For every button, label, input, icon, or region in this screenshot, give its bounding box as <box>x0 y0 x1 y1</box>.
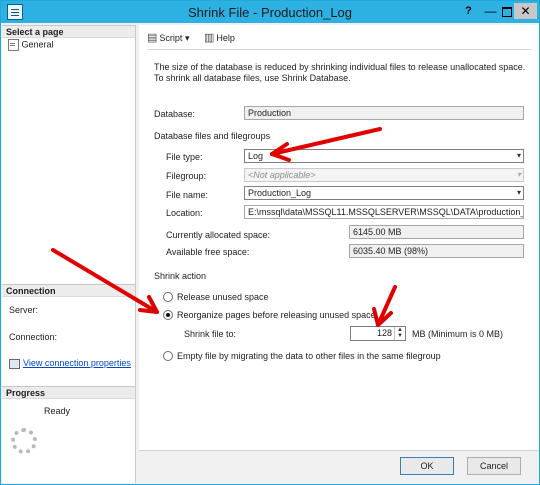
help-book-icon: ▥ <box>203 32 215 44</box>
shrink-to-note: MB (Minimum is 0 MB) <box>412 329 504 339</box>
script-label: Script <box>159 33 183 43</box>
ok-button[interactable]: OK <box>400 457 454 475</box>
progress-header: Progress <box>2 386 135 399</box>
shrink-action-title: Shrink action <box>154 271 207 281</box>
script-icon: ▤ <box>147 32 158 44</box>
chevron-down-icon: ▾ <box>516 170 521 179</box>
empty-file-radio[interactable] <box>163 351 173 361</box>
file-type-label: File type: <box>166 152 203 162</box>
shrink-to-stepper[interactable]: 128 ▲ ▼ <box>350 326 406 341</box>
file-type-select[interactable]: Log ▾ <box>244 149 524 163</box>
free-space-field: 6035.40 MB (98%) <box>349 244 524 258</box>
page-item-general[interactable]: General <box>8 39 54 51</box>
database-field: Production <box>244 106 524 120</box>
help-label: Help <box>216 33 235 43</box>
spinner-icon <box>11 428 37 454</box>
chevron-down-icon[interactable]: ▾ <box>185 33 190 43</box>
release-unused-radio[interactable] <box>163 292 173 302</box>
toolbar: ▤ Script ▾ ▥ Help <box>147 31 247 44</box>
reorganize-label[interactable]: Reorganize pages before releasing unused… <box>177 310 376 320</box>
view-connection-properties-link[interactable]: View connection properties <box>9 358 131 369</box>
stepper-arrows[interactable]: ▲ ▼ <box>394 327 405 340</box>
maximize-icon <box>501 7 512 17</box>
server-label: Server: <box>9 305 39 315</box>
allocated-field: 6145.00 MB <box>349 225 524 239</box>
cancel-button[interactable]: Cancel <box>467 457 521 475</box>
page-selector-pane: Select a page General Connection Server:… <box>2 25 136 483</box>
file-type-value: Log <box>248 151 264 161</box>
page-icon <box>8 39 19 51</box>
chevron-down-icon[interactable]: ▼ <box>395 333 405 339</box>
view-connection-link-text: View connection properties <box>23 358 131 368</box>
connection-icon <box>9 358 20 369</box>
files-section-title: Database files and filegroups <box>154 131 271 141</box>
description-text: The size of the database is reduced by s… <box>154 62 526 83</box>
connection-header: Connection <box>2 284 135 297</box>
chevron-down-icon: ▾ <box>516 188 521 197</box>
file-name-select[interactable]: Production_Log ▾ <box>244 186 524 200</box>
close-button[interactable]: ✕ <box>514 3 537 19</box>
location-label: Location: <box>166 208 203 218</box>
connection-label: Connection: <box>9 332 58 342</box>
shrink-to-label: Shrink file to: <box>184 329 237 339</box>
footer-divider <box>139 450 539 451</box>
filegroup-select: <Not applicable> ▾ <box>244 168 524 182</box>
chevron-down-icon: ▾ <box>516 151 521 160</box>
reorganize-radio[interactable] <box>163 310 173 320</box>
select-page-header: Select a page <box>2 25 135 38</box>
filegroup-label: Filegroup: <box>166 171 207 181</box>
database-label: Database: <box>154 109 196 119</box>
file-name-label: File name: <box>166 190 209 200</box>
filegroup-value: <Not applicable> <box>248 170 316 180</box>
shrink-to-value: 128 <box>376 328 392 338</box>
progress-status: Ready <box>44 406 71 416</box>
help-button[interactable]: ? <box>458 3 479 19</box>
file-name-value: Production_Log <box>248 188 312 198</box>
page-item-label: General <box>21 39 54 50</box>
allocated-label: Currently allocated space: <box>166 230 271 240</box>
help-toolbar-button[interactable]: ▥ Help <box>204 31 235 44</box>
empty-file-label[interactable]: Empty file by migrating the data to othe… <box>177 351 441 361</box>
toolbar-divider <box>147 49 531 50</box>
free-space-label: Available free space: <box>166 247 250 257</box>
location-field[interactable]: E:\mssql\data\MSSQL11.MSSQLSERVER\MSSQL\… <box>244 205 524 219</box>
shrink-file-dialog: Shrink File - Production_Log ? — ✕ Selec… <box>0 0 540 485</box>
title-bar[interactable]: Shrink File - Production_Log ? — ✕ <box>1 1 539 23</box>
release-unused-label[interactable]: Release unused space <box>177 292 269 302</box>
script-button[interactable]: ▤ Script ▾ <box>147 31 189 44</box>
